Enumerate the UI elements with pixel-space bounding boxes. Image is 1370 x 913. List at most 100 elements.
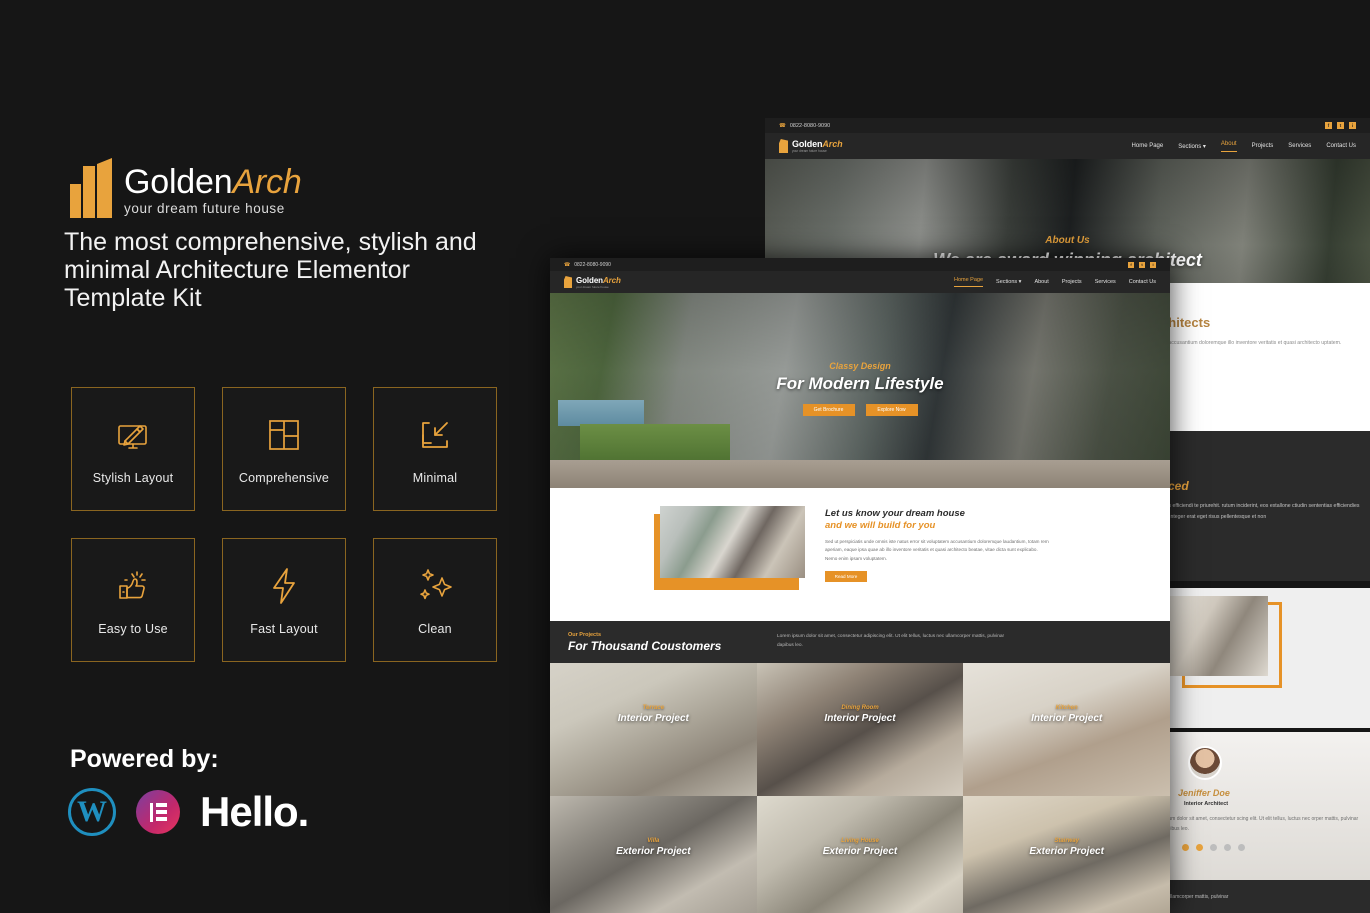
instagram-icon[interactable]: i xyxy=(1349,122,1356,129)
nav-item-projects[interactable]: Projects xyxy=(1062,279,1082,285)
nav-brand-name: GoldenArch xyxy=(792,139,843,149)
nav-logo[interactable]: GoldenArch your dream future house xyxy=(779,139,843,153)
feature-card-easy-to-use[interactable]: Easy to Use xyxy=(71,538,195,662)
project-name: Exterior Project xyxy=(822,846,898,857)
building-logo-icon xyxy=(564,276,572,288)
instagram-icon[interactable] xyxy=(1210,843,1217,851)
page-headline: The most comprehensive, stylish and mini… xyxy=(64,228,477,312)
feature-card-stylish-layout[interactable]: Stylish Layout xyxy=(71,387,195,511)
thumbs-up-icon xyxy=(111,564,155,608)
lightning-bolt-icon xyxy=(262,564,306,608)
nav-item-services[interactable]: Services xyxy=(1288,143,1311,149)
testimonial-paragraph: ipsum dolor sit amet, consectetur scing … xyxy=(1162,816,1359,832)
project-category: Stairway xyxy=(1054,838,1079,844)
nav-item-services[interactable]: Services xyxy=(1095,279,1116,285)
nav-item-projects[interactable]: Projects xyxy=(1252,143,1274,149)
powered-by-logos: W Hello. xyxy=(68,788,309,836)
nav-item-home-page[interactable]: Home Page xyxy=(953,277,984,287)
nav-item-sections[interactable]: Sections ▾ xyxy=(1178,143,1206,150)
projects-grid: Terrace Interior Project Dining Room Int… xyxy=(550,663,1170,913)
nav-item-contact-us[interactable]: Contact Us xyxy=(1326,143,1356,149)
feature-label: Stylish Layout xyxy=(92,471,174,485)
phone-number: 0822-8080-9090 xyxy=(574,261,611,268)
left-info-panel: GoldenArch your dream future house The m… xyxy=(0,0,540,913)
nav-item-home-page[interactable]: Home Page xyxy=(1132,143,1164,149)
project-name: Interior Project xyxy=(1031,713,1103,724)
twitter-icon[interactable] xyxy=(1196,843,1203,851)
nav-brand-part2: Arch xyxy=(822,139,843,149)
chevron-down-icon: ▾ xyxy=(1202,143,1206,150)
explore-now-button[interactable]: Explore Now xyxy=(865,404,918,416)
feature-card-fast-layout[interactable]: Fast Layout xyxy=(222,538,346,662)
promo-title-line1: Let us know your dream house xyxy=(825,508,965,519)
facebook-icon[interactable] xyxy=(1182,843,1189,851)
promo-paragraph: Sed ut perspiciatis unde omnis iste natu… xyxy=(825,539,1049,561)
nav-item-contact-us[interactable]: Contact Us xyxy=(1129,279,1156,285)
project-card[interactable]: Terrace Interior Project xyxy=(550,663,757,796)
projects-title: For Thousand Coustomers xyxy=(568,638,722,653)
project-category: Terrace xyxy=(642,705,665,711)
project-category: Kitchen xyxy=(1055,705,1078,711)
linkedin-icon[interactable] xyxy=(1224,843,1231,851)
nav-logo[interactable]: GoldenArch your dream future house xyxy=(564,276,621,289)
get-brochure-button[interactable]: Get Brochure xyxy=(802,404,855,416)
project-name: Interior Project xyxy=(824,713,896,724)
promo-section: Let us know your dream house and we will… xyxy=(550,488,1170,621)
testimonial-panel-mockup[interactable]: Jeniffer Doe Interior Architect ipsum do… xyxy=(1160,732,1370,880)
youtube-icon[interactable] xyxy=(1238,843,1245,851)
nav-item-about[interactable]: About xyxy=(1034,279,1048,285)
feature-card-minimal[interactable]: Minimal xyxy=(373,387,497,511)
home-page-mockup[interactable]: ☎ 0822-8080-9090 f t i GoldenArch your d… xyxy=(550,258,1170,913)
social-links[interactable]: f t i xyxy=(1325,122,1356,129)
testimonial-author-name: Jeniffer Doe xyxy=(1178,788,1230,798)
feature-label: Comprehensive xyxy=(238,471,330,485)
feature-label: Fast Layout xyxy=(250,622,318,636)
promo-interior-photo xyxy=(660,506,805,578)
project-card[interactable]: Stairway Exterior Project xyxy=(963,796,1170,913)
logo-name-part2: Arch xyxy=(232,162,302,201)
home-topbar: ☎ 0822-8080-9090 f t i xyxy=(550,258,1170,271)
footer-text: s nec ullamcorper mattis, pulvinar xyxy=(1160,894,1229,900)
powered-by-label: Powered by: xyxy=(70,745,219,773)
feature-card-comprehensive[interactable]: Comprehensive xyxy=(222,387,346,511)
twitter-icon[interactable]: t xyxy=(1139,261,1145,268)
phone-number-block[interactable]: ☎ 0822-8080-9090 xyxy=(779,123,830,129)
kitchen-photo-panel-mockup[interactable] xyxy=(1160,588,1370,728)
elementor-icon xyxy=(136,790,180,834)
architects-panel-title: rchitects xyxy=(1160,315,1211,330)
about-nav-menu[interactable]: Home Page Sections ▾ About Projects Serv… xyxy=(1132,141,1356,152)
nav-brand-part2: Arch xyxy=(602,275,621,285)
instagram-icon[interactable]: i xyxy=(1150,261,1156,268)
feature-label: Easy to Use xyxy=(98,622,168,636)
phone-number: 0822-8080-9090 xyxy=(789,122,831,129)
project-card[interactable]: Dining Room Interior Project xyxy=(756,663,964,796)
social-links[interactable]: f t i xyxy=(1128,261,1156,268)
experienced-panel-paragraph: sisnoms efficiendi te priurehit. rutum i… xyxy=(1160,503,1360,520)
feature-label: Clean xyxy=(418,622,452,636)
grid-layout-icon xyxy=(262,413,306,457)
testimonial-author-role: Interior Architect xyxy=(1184,801,1229,807)
nav-item-sections-label: Sections xyxy=(996,279,1018,285)
building-logo-icon xyxy=(70,158,112,218)
experienced-panel-mockup[interactable]: enced sisnoms efficiendi te priurehit. r… xyxy=(1160,431,1370,581)
phone-number-block[interactable]: ☎ 0822-8080-9090 xyxy=(564,262,611,268)
home-nav-menu[interactable]: Home Page Sections ▾ About Projects Serv… xyxy=(953,277,1156,287)
testimonial-social-links[interactable] xyxy=(1182,843,1370,851)
project-name: Exterior Project xyxy=(1029,846,1104,857)
nav-item-about[interactable]: About xyxy=(1220,141,1237,152)
facebook-icon[interactable]: f xyxy=(1325,122,1332,129)
project-card[interactable]: Kitchen Interior Project xyxy=(963,663,1170,796)
architects-panel-mockup[interactable]: rchitects tatem accusantium doloremque i… xyxy=(1160,283,1370,431)
read-more-button[interactable]: Read More xyxy=(825,571,867,583)
facebook-icon[interactable]: f xyxy=(1128,261,1134,268)
nav-item-sections[interactable]: Sections ▾ xyxy=(996,279,1021,285)
promo-image-block xyxy=(654,506,805,590)
nav-brand-name: GoldenArch xyxy=(576,276,621,285)
project-name: Exterior Project xyxy=(616,846,691,857)
phone-icon: ☎ xyxy=(779,122,786,129)
twitter-icon[interactable]: t xyxy=(1337,122,1344,129)
feature-card-clean[interactable]: Clean xyxy=(373,538,497,662)
project-card[interactable]: Villa Exterior Project xyxy=(550,796,757,913)
project-card[interactable]: Living House Exterior Project xyxy=(756,796,964,913)
architects-panel-paragraph: tatem accusantium doloremque illo invent… xyxy=(1160,340,1342,346)
